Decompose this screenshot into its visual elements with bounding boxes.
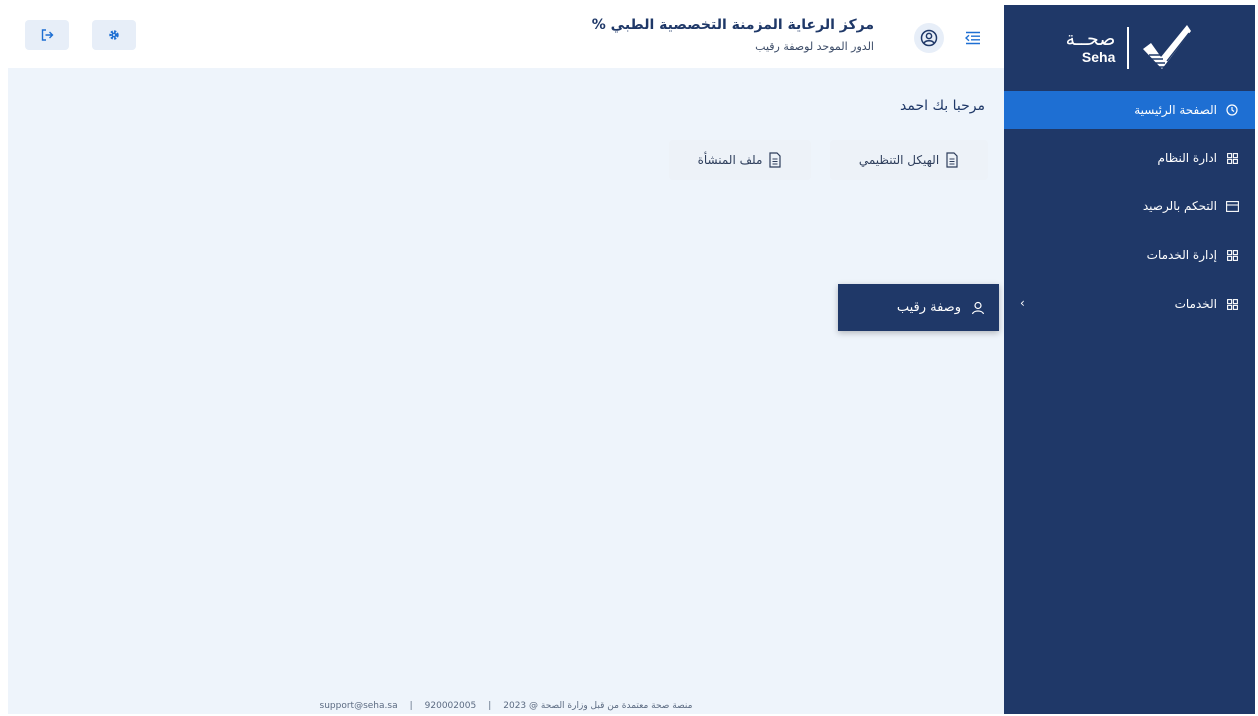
user-icon — [971, 301, 985, 315]
org-structure-button[interactable]: الهيكل التنظيمي — [830, 140, 988, 180]
footer-separator: | — [488, 701, 492, 711]
profile-button[interactable] — [914, 23, 944, 53]
document-icon — [946, 152, 958, 168]
app-window: مركز الرعاية المزمنة التخصصية الطبي % ال… — [8, 5, 1255, 714]
org-structure-label: الهيكل التنظيمي — [858, 153, 940, 167]
settings-button[interactable] — [92, 20, 136, 50]
top-header: مركز الرعاية المزمنة التخصصية الطبي % ال… — [8, 5, 1004, 68]
checkmark-logo-icon — [1143, 24, 1192, 69]
sidebar-item-balance-control[interactable]: التحكم بالرصيد — [1004, 187, 1255, 225]
clock-icon — [1225, 103, 1239, 117]
sidebar-item-label: الخدمات — [1174, 297, 1217, 311]
gear-icon — [109, 30, 119, 40]
sidebar-item-services[interactable]: الخدمات ‹ — [1004, 285, 1255, 323]
sidebar-item-label: إدارة الخدمات — [1146, 248, 1217, 262]
logo-english: Seha — [1081, 49, 1116, 66]
grid-icon — [1225, 248, 1239, 262]
sidebar-item-home[interactable]: الصفحة الرئيسية — [1004, 91, 1255, 129]
footer-email: support@seha.sa — [319, 701, 398, 711]
logo-arabic: صحــة — [1065, 28, 1116, 51]
sidebar: صحــة Seha الصفحة الرئيسية ادارة النظام — [1004, 5, 1255, 714]
card-icon — [1225, 199, 1239, 213]
user-circle-icon — [920, 29, 938, 47]
logo-divider — [1127, 26, 1130, 69]
org-subtitle: الدور الموحد لوصفة رقيب — [755, 40, 874, 53]
facility-file-label: ملف المنشأة — [697, 153, 763, 167]
footer-separator: | — [409, 701, 413, 711]
menu-toggle-button[interactable] — [958, 23, 988, 53]
sidebar-item-services-admin[interactable]: إدارة الخدمات — [1004, 236, 1255, 274]
sidebar-item-label: ادارة النظام — [1157, 151, 1217, 165]
logout-button[interactable] — [25, 20, 69, 50]
org-title: مركز الرعاية المزمنة التخصصية الطبي % — [591, 17, 874, 33]
submenu-item-raqeeb-prescription[interactable]: وصفة رقيب — [838, 284, 999, 331]
footer: support@seha.sa | 920002005 | منصة صحة معتمد… — [8, 701, 1004, 711]
grid-icon — [1225, 297, 1239, 311]
submenu-item-label: وصفة رقيب — [896, 300, 961, 315]
logout-icon — [41, 29, 53, 41]
chevron-left-icon: ‹ — [1020, 296, 1025, 310]
menu-indent-icon — [965, 31, 980, 45]
document-icon — [769, 152, 782, 168]
footer-phone: 920002005 — [424, 701, 477, 711]
logo-text: صحــة Seha — [1065, 28, 1116, 66]
sidebar-item-label: التحكم بالرصيد — [1142, 199, 1217, 213]
facility-file-button[interactable]: ملف المنشأة — [669, 140, 811, 180]
seha-logo[interactable]: صحــة Seha — [1004, 5, 1255, 90]
grid-icon — [1225, 151, 1239, 165]
welcome-message: مرحبا بك احمد — [900, 98, 985, 114]
footer-copyright: منصة صحة معتمدة من قبل وزارة الصحة @ 202… — [503, 701, 693, 711]
sidebar-item-system-admin[interactable]: ادارة النظام — [1004, 139, 1255, 177]
sidebar-item-label: الصفحة الرئيسية — [1134, 103, 1217, 117]
